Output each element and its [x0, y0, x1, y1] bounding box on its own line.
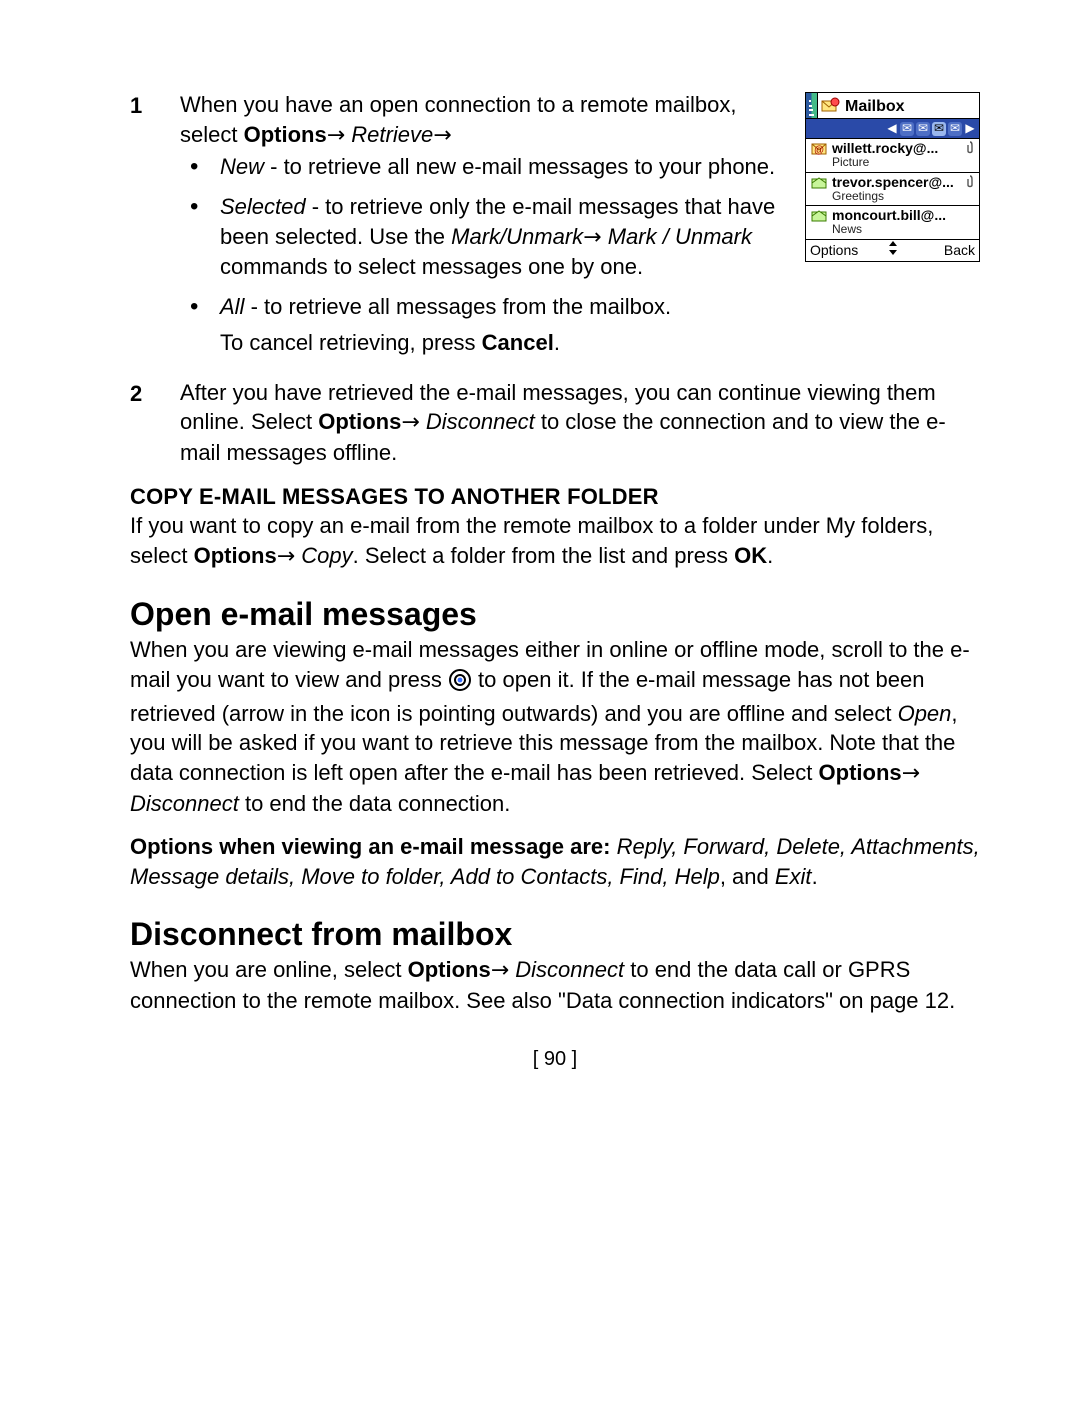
- exit-label: Exit: [775, 864, 812, 889]
- disconnect-label: Disconnect: [426, 409, 535, 434]
- all-text: - to retrieve all messages from the mail…: [244, 294, 671, 319]
- joystick-press-icon: [449, 669, 471, 699]
- arrow-icon: →: [902, 761, 920, 786]
- open-word: Open: [898, 701, 952, 726]
- bullet-selected: Selected - to retrieve only the e-mail m…: [180, 192, 980, 282]
- options-label: Options: [244, 122, 327, 147]
- retrieve-label: Retrieve: [351, 122, 433, 147]
- options-label: Options: [318, 409, 401, 434]
- selected-text-tail: commands to select messages one by one.: [220, 254, 643, 279]
- copy-paragraph: If you want to copy an e-mail from the r…: [130, 511, 980, 571]
- mark-unmark-label: Mark / Unmark: [608, 224, 752, 249]
- disconnect-label: Disconnect: [130, 791, 239, 816]
- options-lead: Options when viewing an e-mail message a…: [130, 834, 617, 859]
- ok-label: OK: [734, 543, 767, 568]
- open-heading: Open e-mail messages: [130, 594, 980, 636]
- options-label: Options: [408, 957, 491, 982]
- step2: After you have retrieved the e-mail mess…: [130, 378, 980, 468]
- mark-unmark-label: Mark/Unmark: [451, 224, 583, 249]
- cancel-label: Cancel: [482, 330, 554, 355]
- options-label: Options: [819, 760, 902, 785]
- bullet-new: New - to retrieve all new e-mail message…: [180, 152, 980, 182]
- disconnect-paragraph: When you are online, select Options→ Dis…: [130, 955, 980, 1015]
- bullet-all: All - to retrieve all messages from the …: [180, 292, 980, 357]
- copy-label: Copy: [301, 543, 352, 568]
- disconnect-label: Disconnect: [515, 957, 624, 982]
- selected-label: Selected: [220, 194, 306, 219]
- page-number: [ 90 ]: [130, 1046, 980, 1073]
- arrow-icon: →: [327, 123, 345, 148]
- arrow-icon: →: [433, 123, 451, 148]
- copy-heading: COPY E-MAIL MESSAGES TO ANOTHER FOLDER: [130, 482, 980, 512]
- arrow-icon: →: [401, 410, 419, 435]
- open-paragraph: When you are viewing e-mail messages eit…: [130, 635, 980, 818]
- arrow-icon: →: [583, 225, 601, 250]
- arrow-icon: →: [491, 958, 509, 983]
- all-label: All: [220, 294, 244, 319]
- arrow-icon: →: [277, 544, 295, 569]
- open-options-paragraph: Options when viewing an e-mail message a…: [130, 832, 980, 891]
- options-label: Options: [194, 543, 277, 568]
- new-text: - to retrieve all new e-mail messages to…: [264, 154, 775, 179]
- new-label: New: [220, 154, 264, 179]
- disconnect-heading: Disconnect from mailbox: [130, 914, 980, 956]
- cancel-text: To cancel retrieving, press: [220, 330, 482, 355]
